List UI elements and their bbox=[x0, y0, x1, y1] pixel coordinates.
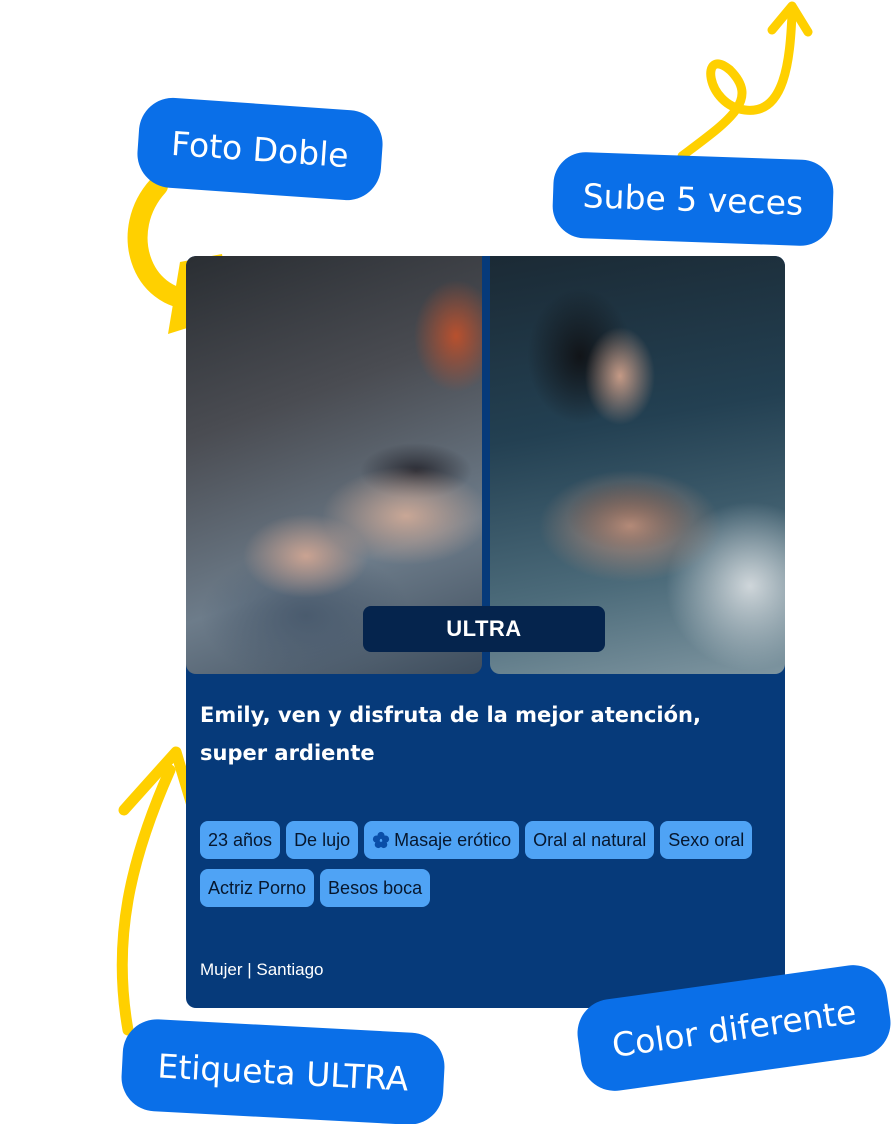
tag-luxury: De lujo bbox=[286, 821, 359, 859]
tag-label: De lujo bbox=[294, 829, 351, 850]
tag-label: Sexo oral bbox=[668, 829, 745, 850]
tag-kisses: Besos boca bbox=[320, 869, 431, 907]
callout-foto-doble: Foto Doble bbox=[135, 95, 385, 203]
flower-icon bbox=[372, 831, 390, 849]
callout-etiqueta: Etiqueta ULTRA bbox=[119, 1017, 447, 1124]
tag-label: Actriz Porno bbox=[208, 877, 307, 898]
listing-card[interactable]: ULTRA Emily, ven y disfruta de la mejor … bbox=[186, 256, 785, 1008]
tag-list: 23 años De lujo Masaje erótico Oral al n… bbox=[200, 821, 770, 907]
arrow-sube bbox=[677, 1, 813, 161]
tag-label: Masaje erótico bbox=[394, 829, 512, 850]
tag-label: Besos boca bbox=[328, 877, 423, 898]
tag-label: 23 años bbox=[208, 829, 273, 850]
ultra-badge: ULTRA bbox=[363, 606, 605, 652]
tag-oral-natural: Oral al natural bbox=[525, 821, 655, 859]
tag-massage: Masaje erótico bbox=[364, 821, 520, 859]
card-footer: Mujer | Santiago bbox=[200, 960, 324, 979]
tag-age: 23 años bbox=[200, 821, 281, 859]
card-title[interactable]: Emily, ven y disfruta de la mejor atenci… bbox=[200, 696, 770, 772]
arrow-etiqueta bbox=[116, 746, 200, 1036]
stage: ULTRA Emily, ven y disfruta de la mejor … bbox=[0, 0, 895, 1124]
tag-oral: Sexo oral bbox=[660, 821, 753, 859]
callout-sube: Sube 5 veces bbox=[551, 151, 835, 247]
tag-actress: Actriz Porno bbox=[200, 869, 315, 907]
tag-label: Oral al natural bbox=[533, 829, 647, 850]
